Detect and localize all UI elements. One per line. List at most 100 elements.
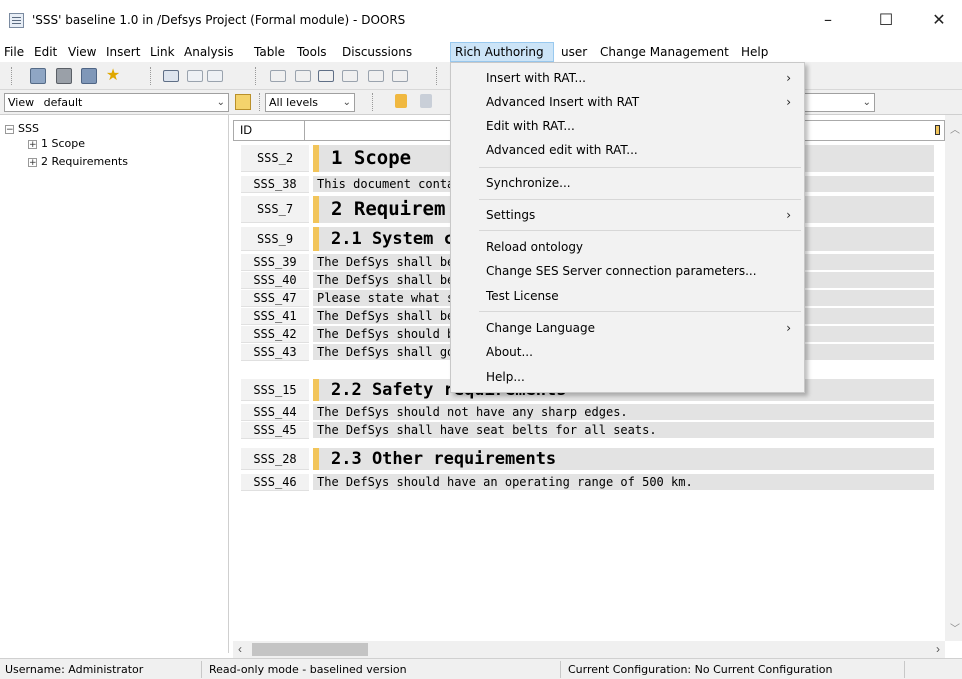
row-id-cell[interactable]: SSS_7	[241, 196, 309, 223]
menu-tools[interactable]: Tools	[293, 42, 331, 62]
table-row[interactable]: SSS_45 The DefSys shall have seat belts f…	[241, 422, 934, 439]
row-id-cell[interactable]: SSS_43	[241, 344, 309, 361]
row-id-cell[interactable]: SSS_9	[241, 227, 309, 251]
window-title: 'SSS' baseline 1.0 in /Defsys Project (F…	[32, 13, 406, 27]
chevron-down-icon: ⌄	[216, 97, 225, 108]
levels-select[interactable]: All levels ⌄	[265, 93, 355, 112]
submenu-arrow-icon: ›	[786, 71, 791, 85]
row-id-cell[interactable]: SSS_47	[241, 290, 309, 307]
outline-icon[interactable]	[368, 70, 384, 82]
scroll-down-icon[interactable]: ﹀	[950, 620, 960, 635]
view-value: default	[43, 96, 83, 109]
structure-icon[interactable]	[392, 70, 408, 82]
tree-item-label: 1 Scope	[41, 137, 86, 150]
column-header-id[interactable]: ID	[233, 120, 305, 141]
row-id-cell[interactable]: SSS_44	[241, 404, 309, 421]
requirement-text-cell[interactable]: The DefSys should have an operating rang…	[313, 474, 934, 491]
row-id-cell[interactable]: SSS_38	[241, 176, 309, 193]
requirement-text-cell[interactable]: The DefSys should not have any sharp edg…	[313, 404, 934, 421]
heading-text-cell[interactable]: 2.3 Other requirements	[313, 448, 934, 470]
menu-rich-authoring[interactable]: Rich Authoring	[450, 42, 554, 62]
toolbar-separator	[436, 67, 438, 85]
scroll-left-icon[interactable]: ‹	[238, 641, 242, 658]
delete-object-icon[interactable]	[342, 70, 358, 82]
menu-view[interactable]: View	[64, 42, 100, 62]
menu-user[interactable]: user	[557, 42, 591, 62]
link-end-icon[interactable]	[295, 70, 311, 82]
filter-icon[interactable]	[235, 94, 251, 110]
menu-insert[interactable]: Insert	[102, 42, 144, 62]
menu-help[interactable]: Help	[737, 42, 772, 62]
row-text: The DefSys should have an operating rang…	[317, 475, 693, 489]
chart-icon[interactable]	[395, 94, 407, 108]
horizontal-scroll-thumb[interactable]	[252, 643, 368, 656]
requirement-text-cell[interactable]: The DefSys shall have seat belts for all…	[313, 422, 934, 439]
toolbar-separator	[255, 67, 257, 85]
toolbar-separator	[259, 93, 261, 111]
menu-discussions[interactable]: Discussions	[338, 42, 416, 62]
collapse-icon[interactable]: −	[5, 124, 14, 134]
doors-app-icon	[9, 13, 24, 28]
menu-item-change-ses-server[interactable]: Change SES Server connection parameters.…	[451, 260, 804, 282]
row-text: 1 Scope	[331, 147, 412, 169]
menu-item-edit-with-rat[interactable]: Edit with RAT...	[451, 115, 804, 137]
menu-item-settings[interactable]: Settings ›	[451, 204, 804, 226]
table-row[interactable]: SSS_44 The DefSys should not have any sha…	[241, 404, 934, 421]
vertical-scrollbar[interactable]: ︿ ﹀	[945, 115, 962, 641]
menu-change-management[interactable]: Change Management	[596, 42, 733, 62]
menu-analysis[interactable]: Analysis	[180, 42, 237, 62]
heading-row[interactable]: SSS_28 2.3 Other requirements	[241, 448, 934, 470]
menu-edit[interactable]: Edit	[30, 42, 61, 62]
menu-item-help[interactable]: Help...	[451, 366, 804, 388]
menu-file[interactable]: File	[0, 42, 28, 62]
view-select[interactable]: View default ⌄	[4, 93, 229, 112]
copy-object-icon[interactable]	[318, 70, 334, 82]
row-text: This document conta	[317, 177, 455, 191]
star-icon[interactable]: ★	[105, 68, 121, 84]
row-id-cell[interactable]: SSS_40	[241, 272, 309, 289]
tree-item-requirements[interactable]: +2 Requirements	[28, 155, 128, 168]
scroll-up-icon[interactable]: ︿	[950, 121, 960, 136]
insert-below-icon[interactable]	[187, 70, 203, 82]
chart-alt-icon[interactable]	[420, 94, 432, 108]
menu-item-test-license[interactable]: Test License	[451, 285, 804, 307]
minimize-button[interactable]: –	[805, 6, 851, 34]
row-id-cell[interactable]: SSS_41	[241, 308, 309, 325]
row-id-cell[interactable]: SSS_39	[241, 254, 309, 271]
tree-root[interactable]: − SSS	[5, 122, 39, 135]
menu-item-insert-with-rat[interactable]: Insert with RAT... ›	[451, 67, 804, 89]
row-id-cell[interactable]: SSS_2	[241, 145, 309, 172]
menu-item-advanced-insert[interactable]: Advanced Insert with RAT ›	[451, 91, 804, 113]
attribute-select[interactable]: ⌄	[805, 93, 875, 112]
menu-separator	[479, 167, 801, 168]
tree-item-label: 2 Requirements	[41, 155, 128, 168]
row-id-cell[interactable]: SSS_46	[241, 474, 309, 491]
link-start-icon[interactable]	[270, 70, 286, 82]
menu-table[interactable]: Table	[250, 42, 289, 62]
print-icon[interactable]	[56, 68, 72, 84]
menu-item-advanced-edit[interactable]: Advanced edit with RAT...	[451, 139, 804, 161]
row-id-cell[interactable]: SSS_28	[241, 448, 309, 470]
expand-icon[interactable]: +	[28, 139, 37, 149]
table-row[interactable]: SSS_46 The DefSys should have an operatin…	[241, 474, 934, 491]
menu-item-about[interactable]: About...	[451, 341, 804, 363]
row-id-cell[interactable]: SSS_42	[241, 326, 309, 343]
submenu-arrow-icon: ›	[786, 95, 791, 109]
row-id-cell[interactable]: SSS_15	[241, 379, 309, 401]
insert-object-icon[interactable]	[163, 70, 179, 82]
row-id-cell[interactable]: SSS_45	[241, 422, 309, 439]
maximize-button[interactable]: ☐	[863, 6, 909, 34]
save-icon[interactable]	[30, 68, 46, 84]
menu-item-synchronize[interactable]: Synchronize...	[451, 172, 804, 194]
tree-item-scope[interactable]: +1 Scope	[28, 137, 85, 150]
menu-item-reload-ontology[interactable]: Reload ontology	[451, 236, 804, 258]
menu-link[interactable]: Link	[146, 42, 179, 62]
row-text: Please state what s	[317, 291, 455, 305]
menu-item-change-language[interactable]: Change Language ›	[451, 317, 804, 339]
scroll-right-icon[interactable]: ›	[936, 641, 940, 658]
toolbar-grip	[11, 67, 13, 85]
close-button[interactable]: ✕	[916, 6, 962, 34]
properties-icon[interactable]	[81, 68, 97, 84]
expand-icon[interactable]: +	[28, 157, 37, 167]
demote-icon[interactable]	[207, 70, 223, 82]
